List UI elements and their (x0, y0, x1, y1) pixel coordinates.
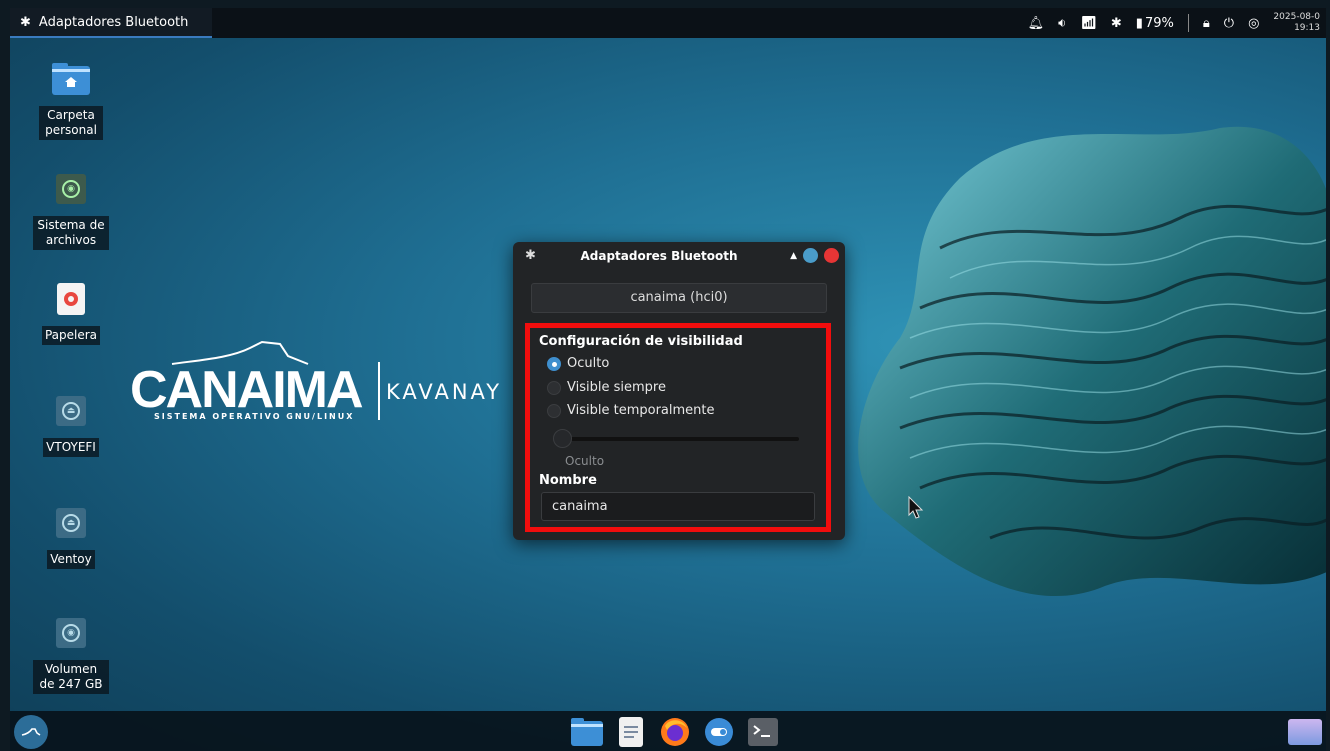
visibility-section-title: Configuración de visibilidad (539, 334, 743, 349)
home-folder-icon (51, 60, 91, 98)
bluetooth-tray-icon[interactable]: ✱ (1111, 16, 1122, 31)
tray-separator (1187, 14, 1189, 32)
desktop-icon-label: Ventoy (47, 550, 95, 569)
bluetooth-adapters-dialog: ✱ Adaptadores Bluetooth ▲ canaima (hci0)… (513, 242, 845, 540)
close-button[interactable] (824, 248, 839, 263)
adapter-tab[interactable]: canaima (hci0) (531, 283, 827, 313)
launcher-bar (570, 715, 780, 749)
folder-icon (571, 718, 603, 746)
adapter-name-input[interactable] (541, 492, 815, 521)
notification-bell-icon[interactable]: 🔔︎ (1028, 16, 1045, 31)
settings-icon[interactable]: ◎ (1248, 16, 1259, 31)
terminal-icon (748, 718, 778, 746)
radio-label: Visible siempre (567, 380, 666, 395)
desktop-icon-vtoyefi[interactable]: ⏏ VTOYEFI (28, 392, 114, 457)
window-controls: ▲ (790, 248, 839, 263)
radio-button-selected[interactable] (547, 356, 561, 371)
taskbar-window-button[interactable]: ✱ Adaptadores Bluetooth (10, 8, 212, 38)
desktop-icon-label: Carpeta personal (39, 106, 103, 140)
launcher-text-editor[interactable] (614, 715, 648, 749)
launcher-file-manager[interactable] (570, 715, 604, 749)
desktop: ✱ Adaptadores Bluetooth 🔔︎ 🔉︎ 📶︎ ✱ ▮ 79%… (10, 8, 1326, 751)
drive-eject-icon: ⏏ (51, 504, 91, 542)
launcher-firefox[interactable] (658, 715, 692, 749)
radio-label: Oculto (567, 356, 610, 371)
radio-hidden[interactable]: Oculto (547, 356, 609, 371)
visibility-timeout-slider[interactable] (561, 437, 799, 441)
radio-temporarily-visible[interactable]: Visible temporalmente (547, 403, 714, 418)
radio-button[interactable] (547, 380, 561, 395)
wallpaper-wave-art (858, 126, 1326, 597)
dialog-titlebar[interactable]: ✱ Adaptadores Bluetooth ▲ (513, 242, 845, 270)
mouse-cursor-icon (908, 496, 924, 519)
radio-button[interactable] (547, 403, 561, 418)
filesystem-icon: ◉ (51, 170, 91, 208)
desktop-icon-home[interactable]: Carpeta personal (28, 60, 114, 140)
firefox-icon (661, 718, 689, 746)
launcher-settings[interactable] (702, 715, 736, 749)
desktop-icon-label: VTOYEFI (43, 438, 99, 457)
document-icon (619, 717, 643, 747)
drive-eject-icon: ⏏ (51, 392, 91, 430)
clock[interactable]: 2025-08-0 19:13 (1273, 12, 1320, 34)
system-tray: 🔔︎ 🔉︎ 📶︎ ✱ ▮ 79% 🔒︎ ⏻ ◎ 2025-08-0 19:13 (1028, 8, 1320, 38)
desktop-icon-label: Sistema de archivos (33, 216, 109, 250)
clock-time: 19:13 (1294, 23, 1320, 33)
toggle-settings-icon (705, 718, 733, 746)
canaima-logo: CANAIMA SISTEMA OPERATIVO GNU/LINUX KAVA… (130, 338, 520, 428)
power-icon[interactable]: ⏻ (1224, 16, 1234, 31)
logo-word: CANAIMA (130, 361, 364, 419)
bottom-panel (10, 711, 1326, 751)
taskbar-window-label: Adaptadores Bluetooth (38, 14, 189, 30)
launcher-terminal[interactable] (746, 715, 780, 749)
radio-always-visible[interactable]: Visible siempre (547, 380, 666, 395)
canaima-menu-icon (21, 728, 41, 736)
battery-percent: 79% (1144, 15, 1174, 31)
battery-indicator[interactable]: ▮ 79% (1136, 16, 1174, 31)
desktop-icon-trash[interactable]: Papelera (28, 280, 114, 345)
drive-icon: ◉ (51, 614, 91, 652)
logo-subtitle: SISTEMA OPERATIVO GNU/LINUX (154, 412, 355, 421)
bluetooth-icon: ✱ (20, 14, 31, 30)
workspace-switcher[interactable] (1288, 719, 1322, 745)
trash-icon (51, 280, 91, 318)
minimize-button[interactable] (803, 248, 818, 263)
radio-label: Visible temporalmente (567, 403, 715, 418)
slider-handle[interactable] (553, 429, 572, 448)
desktop-icon-label: Volumen de 247 GB (33, 660, 109, 694)
top-panel: ✱ Adaptadores Bluetooth 🔔︎ 🔉︎ 📶︎ ✱ ▮ 79%… (10, 8, 1326, 38)
desktop-icon-ventoy[interactable]: ⏏ Ventoy (28, 504, 114, 569)
rollup-button[interactable]: ▲ (790, 251, 797, 261)
battery-icon: ▮ (1135, 15, 1143, 31)
desktop-icon-filesystem[interactable]: ◉ Sistema de archivos (28, 170, 114, 250)
logo-divider (378, 362, 380, 420)
wifi-icon[interactable]: 📶︎ (1080, 16, 1097, 31)
slider-value-label: Oculto (565, 454, 605, 468)
logo-version: KAVANAY (386, 380, 503, 404)
clock-date: 2025-08-0 (1273, 12, 1320, 22)
desktop-icon-volume[interactable]: ◉ Volumen de 247 GB (28, 614, 114, 694)
desktop-icon-label: Papelera (41, 326, 101, 345)
name-section-title: Nombre (539, 473, 597, 488)
app-menu-button[interactable] (14, 715, 48, 749)
volume-icon[interactable]: 🔉︎ (1058, 16, 1066, 31)
lock-icon[interactable]: 🔒︎ (1203, 16, 1210, 31)
